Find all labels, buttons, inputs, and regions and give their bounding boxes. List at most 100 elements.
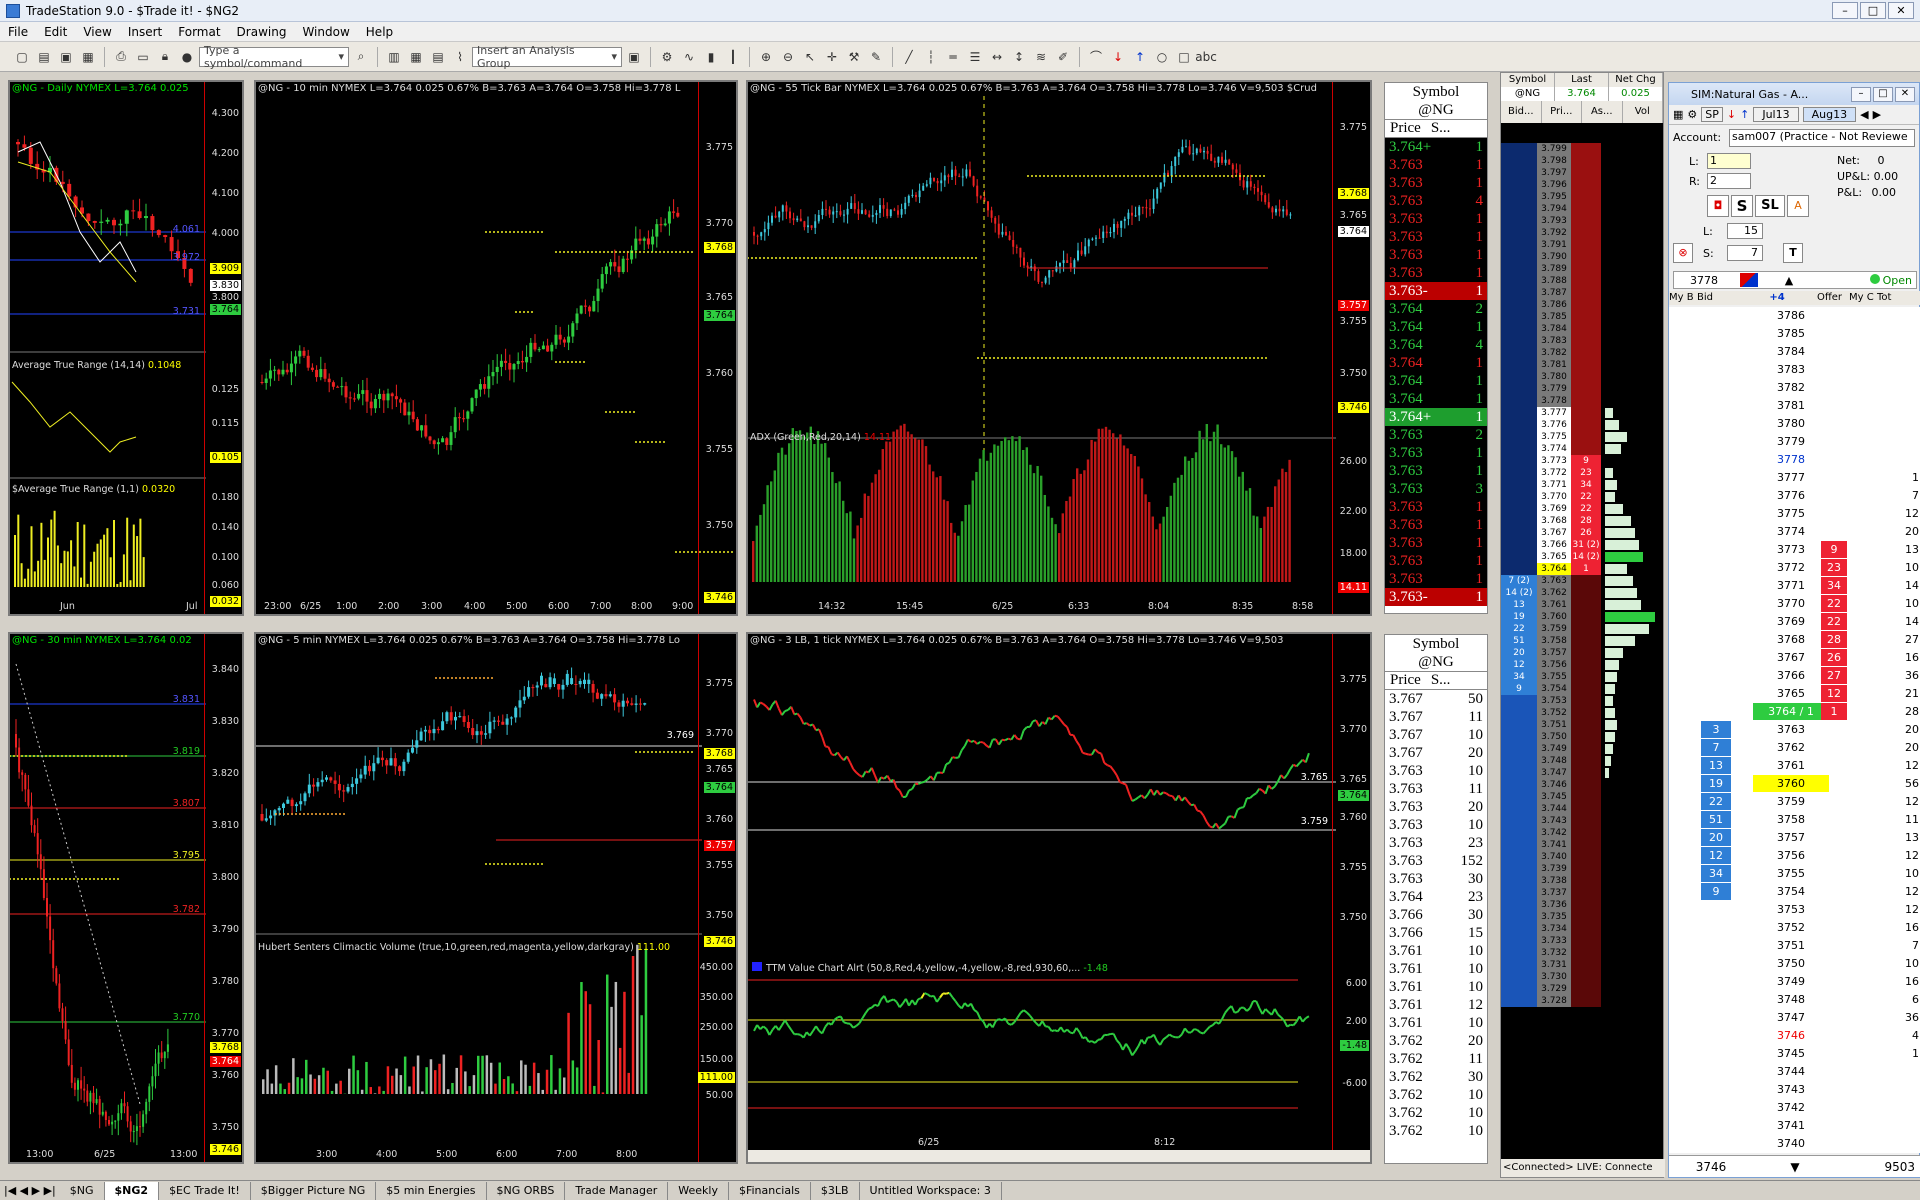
ladder-row[interactable]: 3775 12 (1669, 505, 1920, 522)
col-volbars[interactable]: Vol Bars (1623, 101, 1663, 139)
vertical-line-icon[interactable]: ┆ (921, 47, 941, 67)
offer-size[interactable]: 1 (1821, 703, 1847, 720)
offer-size[interactable]: 26 (1821, 649, 1847, 666)
ladder-row[interactable]: 3779 (1669, 433, 1920, 450)
col-last[interactable]: Last (1555, 73, 1609, 87)
offer-size[interactable]: 27 (1821, 667, 1847, 684)
maximize-button[interactable]: □ (1873, 86, 1893, 102)
r-input[interactable]: 2 (1707, 173, 1751, 189)
bid-size[interactable]: 51 (1701, 811, 1731, 828)
fib-icon[interactable]: ≋ (1031, 47, 1051, 67)
cancel-icon[interactable]: ⊗ (1673, 243, 1693, 263)
col-total[interactable]: Tot (1877, 291, 1905, 305)
tick-icon[interactable]: ┃ (723, 47, 743, 67)
menu-window[interactable]: Window (294, 25, 357, 39)
price-ladder[interactable]: 3786 3785 3784 3783 3782 3781 3780 3779 3778 3777… (1669, 307, 1920, 1153)
indicator-icon[interactable]: ∿ (679, 47, 699, 67)
analysis-group-input[interactable]: Insert an Analysis Group ▾ (472, 44, 622, 70)
ladder-row[interactable]: 3783 (1669, 361, 1920, 378)
offer-size[interactable]: 28 (1821, 631, 1847, 648)
tab-ng[interactable]: $NG (60, 1181, 105, 1200)
center-price[interactable]: 3778 (1674, 274, 1734, 287)
menu-drawing[interactable]: Drawing (229, 25, 295, 39)
auto-icon[interactable]: A (1787, 195, 1809, 217)
pen-icon[interactable]: ✐ (1053, 47, 1073, 67)
list-icon[interactable]: ☰ (965, 47, 985, 67)
menu-file[interactable]: File (0, 25, 36, 39)
tab-bigger-picture[interactable]: $Bigger Picture NG (251, 1181, 377, 1200)
bid-size[interactable]: 19 (1701, 775, 1731, 792)
ladder-row[interactable]: 3772 23 10 (1669, 559, 1920, 576)
bid-size[interactable]: 20 (1701, 829, 1731, 846)
zoom-in-icon[interactable]: ⊕ (756, 47, 776, 67)
ladder-row[interactable]: 3771 34 14 (1669, 577, 1920, 594)
chart-10min[interactable]: @NG - 10 min NYMEX L=3.764 0.025 0.67% B… (254, 80, 738, 616)
symbol-command-input[interactable]: Type a symbol/command ▾ (199, 44, 349, 70)
arrow-both-icon[interactable]: ↔ (987, 47, 1007, 67)
ladder-row[interactable]: 3759 22 12 (1669, 793, 1920, 810)
next-icon[interactable]: ▶ (1873, 108, 1881, 121)
menu-insert[interactable]: Insert (120, 25, 170, 39)
color-icon[interactable]: ● (177, 47, 197, 67)
prev-icon[interactable]: ◀ (1860, 108, 1868, 121)
s-button[interactable]: S (1731, 195, 1753, 217)
ladder-row[interactable]: 3746 4 (1669, 1027, 1920, 1044)
table-icon[interactable]: ▤ (428, 47, 448, 67)
tab-untitled[interactable]: Untitled Workspace: 3 (860, 1181, 1002, 1200)
folder-icon[interactable]: ▦ (78, 47, 98, 67)
zoom-out-icon[interactable]: ⊖ (778, 47, 798, 67)
ladder-row[interactable]: 3781 (1669, 397, 1920, 414)
ladder-row[interactable]: 3780 (1669, 415, 1920, 432)
col-price[interactable]: Price (1385, 120, 1426, 137)
col-size[interactable]: S... (1426, 120, 1456, 137)
hammer-icon[interactable]: ⚒ (844, 47, 864, 67)
ladder-row[interactable]: 3757 20 13 (1669, 829, 1920, 846)
chart-5min[interactable]: @NG - 5 min NYMEX L=3.764 0.025 0.67% B=… (254, 632, 738, 1164)
bid-size[interactable]: 7 (1701, 739, 1731, 756)
offer-size[interactable]: 34 (1821, 577, 1847, 594)
col-size[interactable]: S... (1426, 672, 1456, 689)
time-and-sales-2[interactable]: Symbol @NG Price S... 3.767 50 3.767 11 3.767… (1384, 634, 1488, 1164)
ladder-row[interactable]: 3786 (1669, 307, 1920, 324)
ladder-row[interactable]: 3774 20 (1669, 523, 1920, 540)
settings-icon[interactable]: ⚙ (1687, 108, 1697, 121)
col-price[interactable]: Pri... (1542, 101, 1582, 123)
offer-size[interactable]: 12 (1821, 685, 1847, 702)
lock-icon[interactable]: 🔒︎ (155, 47, 175, 67)
ladder-row[interactable]: 3747 36 (1669, 1009, 1920, 1026)
ladder-row[interactable]: 3778 (1669, 451, 1920, 468)
tab-nav-icon[interactable]: |◀ ◀ ▶ ▶| (0, 1184, 60, 1197)
open-icon[interactable]: ▤ (34, 47, 54, 67)
menu-format[interactable]: Format (170, 25, 228, 39)
chart-3lb[interactable]: @NG - 3 LB, 1 tick NYMEX L=3.764 0.025 0… (746, 632, 1372, 1164)
save-icon[interactable]: ▣ (56, 47, 76, 67)
scroll-up-icon[interactable]: ▲ (1764, 274, 1814, 287)
ladder-row[interactable]: 3740 (1669, 1135, 1920, 1152)
ladder-row[interactable]: 3754 9 12 (1669, 883, 1920, 900)
arrow-vertical-icon[interactable]: ↕ (1009, 47, 1029, 67)
text-icon[interactable]: abc (1195, 47, 1217, 67)
sl-button[interactable]: SL (1755, 195, 1785, 217)
note-icon[interactable]: ✎ (866, 47, 886, 67)
ladder-row[interactable]: 3768 28 27 (1669, 631, 1920, 648)
col-ask[interactable]: As... (1582, 101, 1623, 123)
ellipse-icon[interactable]: ○ (1152, 47, 1172, 67)
menu-help[interactable]: Help (358, 25, 401, 39)
new-icon[interactable]: ▢ (12, 47, 32, 67)
menu-edit[interactable]: Edit (36, 25, 75, 39)
arrow-down-icon[interactable]: ↓ (1108, 47, 1128, 67)
tab-ec-trade-it[interactable]: $EC Trade It! (159, 1181, 251, 1200)
offer-size[interactable]: 22 (1821, 613, 1847, 630)
ladder-row[interactable]: 3753 12 (1669, 901, 1920, 918)
l-input[interactable]: 1 (1707, 153, 1751, 169)
menu-view[interactable]: View (75, 25, 119, 39)
account-select[interactable]: sam007 (Practice - Not Reviewe (1729, 129, 1915, 147)
tab-trade-manager[interactable]: Trade Manager (565, 1181, 669, 1200)
offer-size[interactable]: 9 (1821, 541, 1847, 558)
ladder-row[interactable]: 3750 10 (1669, 955, 1920, 972)
offer-size[interactable]: 22 (1821, 595, 1847, 612)
bid-size[interactable]: 34 (1701, 865, 1731, 882)
ladder-row[interactable]: 3760 19 56 (1669, 775, 1920, 792)
ladder-row[interactable]: 3758 51 11 (1669, 811, 1920, 828)
ladder-row[interactable]: 3776 7 (1669, 487, 1920, 504)
